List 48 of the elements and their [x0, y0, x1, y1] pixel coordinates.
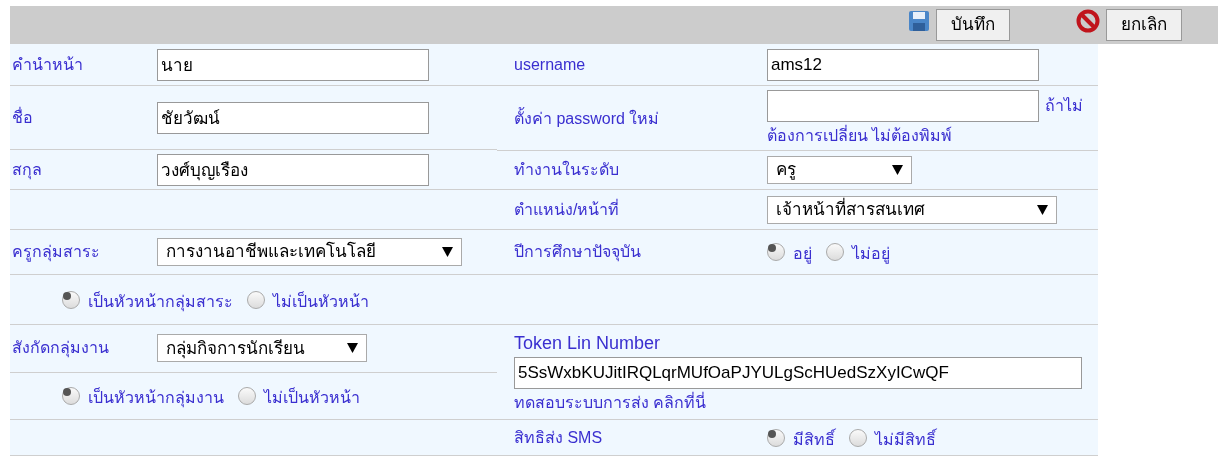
radio-label: เป็นหัวหน้ากลุ่มสาระ — [88, 290, 233, 314]
field-label: สกุล — [11, 159, 43, 182]
test-link[interactable]: ทดสอบระบบการส่ง คลิกที่นี่ — [514, 390, 707, 415]
field-label: ครูกลุ่มสาระ — [11, 242, 101, 264]
radio-button[interactable] — [238, 386, 256, 405]
hint-text: ถ้าไม่ — [1045, 96, 1083, 116]
prohibited-icon — [1076, 9, 1100, 33]
dropdown[interactable]: เจ้าหน้าที่สารสนเทศ — [767, 195, 1057, 224]
password-field[interactable] — [767, 90, 1039, 122]
field-label: คำนำหน้า — [11, 54, 84, 75]
cancel-button[interactable]: ยกเลิก — [1106, 9, 1182, 41]
field-label: ปีการศึกษาปัจจุบัน — [513, 242, 642, 264]
dropdown[interactable]: ครู — [767, 155, 912, 184]
radio-label: ไม่อยู่ — [852, 244, 890, 266]
dropdown-arrow-icon — [442, 247, 453, 257]
save-button[interactable]: บันทึก — [936, 9, 1010, 41]
dropdown-arrow-icon — [892, 164, 903, 175]
field-label: ทำงานในระดับ — [513, 159, 620, 180]
radio-button[interactable] — [62, 386, 80, 405]
radio-label: มีสิทธิ์ — [793, 427, 835, 450]
radio-label: ไม่มีสิทธิ์ — [875, 427, 936, 450]
text-field[interactable]: นาย — [157, 48, 429, 81]
radio-button[interactable] — [767, 428, 785, 447]
field-label: ตั้งค่า password ใหม่ — [497, 107, 767, 131]
hint-text: ต้องการเปลี่ยน ไม่ต้องพิมพ์ — [767, 124, 954, 146]
field-label: ตำแหน่ง/หน้าที่ — [513, 198, 621, 220]
radio-button[interactable] — [826, 243, 844, 261]
radio-label: เป็นหัวหน้ากลุ่มงาน — [88, 386, 224, 410]
dropdown[interactable]: กลุ่มกิจการนักเรียน — [157, 334, 367, 363]
text-field[interactable]: ams12 — [767, 48, 1039, 81]
field-label: สิทธิส่ง SMS — [513, 427, 604, 448]
radio-button[interactable] — [767, 243, 785, 261]
text-field[interactable]: ชัยวัฒน์ — [157, 101, 429, 134]
dropdown-arrow-icon — [1037, 204, 1048, 215]
radio-label: อยู่ — [793, 244, 812, 266]
radio-button[interactable] — [849, 428, 867, 447]
field-label: Token Lin Number — [514, 331, 662, 355]
field-label: username — [513, 54, 587, 75]
token-field[interactable]: 5SsWxbKUJitIRQLqrMUfOaPJYULgScHUedSzXyICwQF — [514, 356, 1082, 389]
field-label: ชื่อ — [11, 106, 34, 128]
radio-label: ไม่เป็นหัวหน้า — [264, 386, 360, 408]
radio-label: ไม่เป็นหัวหน้า — [273, 290, 369, 312]
dropdown[interactable]: การงานอาชีพและเทคโนโลยี — [157, 238, 462, 266]
radio-button[interactable] — [247, 290, 265, 309]
radio-button[interactable] — [62, 290, 80, 309]
dropdown-arrow-icon — [347, 343, 358, 354]
text-field[interactable]: วงศ์บุญเรือง — [157, 153, 429, 186]
field-label: สังกัดกลุ่มงาน — [11, 338, 110, 360]
